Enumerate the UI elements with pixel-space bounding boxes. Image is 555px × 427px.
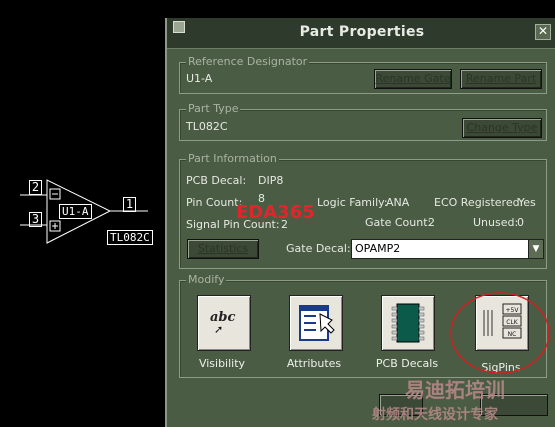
- pcb-decals-label: PCB Decals: [375, 357, 439, 370]
- eco-registered-value: Yes: [518, 196, 536, 209]
- statistics-button[interactable]: Statistics: [187, 239, 259, 259]
- unused-value: 0: [517, 216, 524, 229]
- attributes-icon: [299, 305, 335, 341]
- part-information-group: Part Information PCB Decal: DIP8 Pin Cou…: [179, 152, 547, 269]
- cursor-arrow-icon: ➚: [214, 323, 224, 336]
- gate-ref-label[interactable]: U1-A: [59, 204, 92, 219]
- visibility-label: Visibility: [198, 357, 246, 370]
- eco-registered-label: ECO Registered:: [434, 196, 524, 209]
- pin-3-label: 3: [29, 212, 42, 227]
- pin-2-label: 2: [29, 180, 42, 195]
- reference-designator-group: Reference Designator U1-A Rename Gate Re…: [179, 55, 547, 94]
- logic-family-label: Logic Family:: [317, 196, 388, 209]
- rename-gate-button[interactable]: Rename Gate: [374, 69, 452, 89]
- cn-watermark-top: 易迪拓培训: [405, 378, 505, 402]
- unused-label: Unused:: [473, 216, 519, 229]
- part-properties-dialog: Part Properties ✕ Reference Designator U…: [165, 18, 555, 427]
- logic-family-value: ANA: [386, 196, 410, 209]
- part-information-title: Part Information: [186, 152, 279, 165]
- change-type-button[interactable]: Change Type: [462, 118, 542, 138]
- pcb-decals-button[interactable]: [381, 295, 435, 351]
- schematic-canvas: 2 3 1 U1-A TL082C: [0, 0, 168, 427]
- visibility-button[interactable]: abc ➚: [197, 295, 251, 351]
- gate-decal-value: OPAMP2: [355, 242, 401, 255]
- attributes-button[interactable]: [289, 295, 343, 351]
- pcb-decal-label: PCB Decal:: [186, 174, 247, 187]
- part-name-label[interactable]: TL082C: [107, 230, 153, 245]
- reference-designator-title: Reference Designator: [186, 55, 310, 68]
- highlight-ellipse: [450, 292, 550, 374]
- close-icon[interactable]: ✕: [535, 24, 551, 40]
- part-type-title: Part Type: [186, 102, 241, 115]
- pin-count-label: Pin Count:: [186, 196, 243, 209]
- modify-title: Modify: [186, 273, 227, 286]
- gate-count-label: Gate Count:: [365, 216, 432, 229]
- attributes-label: Attributes: [286, 357, 342, 370]
- pin-1-label: 1: [123, 197, 136, 212]
- part-type-value: TL082C: [186, 120, 228, 133]
- reference-designator-value: U1-A: [186, 72, 213, 85]
- dialog-title: Part Properties: [299, 24, 425, 40]
- chevron-down-icon[interactable]: ▼: [528, 240, 543, 258]
- gate-decal-select[interactable]: OPAMP2 ▼: [351, 239, 544, 259]
- rename-part-button[interactable]: Rename Part: [460, 69, 542, 89]
- pcb-decals-icon: [391, 303, 425, 343]
- gate-count-value: 2: [428, 216, 435, 229]
- modify-group: Modify abc ➚ Visibility Attributes PCB D…: [179, 273, 550, 378]
- eda365-watermark: EDA365: [236, 202, 315, 223]
- dialog-titlebar[interactable]: Part Properties ✕: [167, 18, 555, 49]
- pcb-decal-value: DIP8: [258, 174, 284, 187]
- part-type-group: Part Type TL082C Change Type: [179, 102, 547, 141]
- gate-decal-label: Gate Decal:: [286, 242, 351, 255]
- cn-watermark-bottom: 射频和天线设计专家: [372, 407, 498, 423]
